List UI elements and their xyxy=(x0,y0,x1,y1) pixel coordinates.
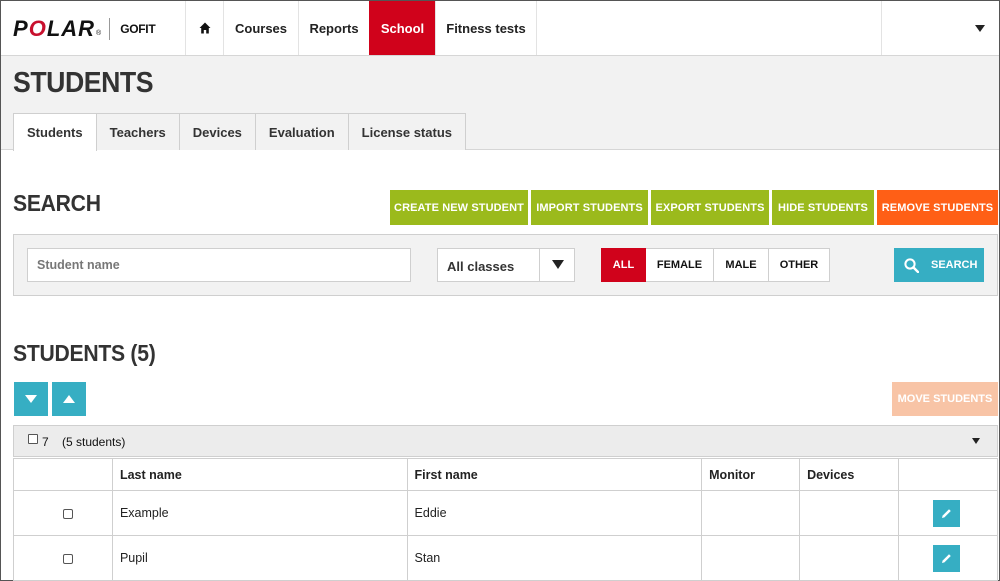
student-name-input[interactable] xyxy=(27,248,411,282)
edit-student-button[interactable] xyxy=(933,544,961,572)
row-actions-cell xyxy=(898,490,998,536)
nav-fitness-tests[interactable]: Fitness tests xyxy=(435,1,537,55)
gender-male-button[interactable]: MALE xyxy=(713,248,769,282)
select-group-checkbox[interactable] xyxy=(28,434,38,444)
triangle-up-icon xyxy=(63,395,75,403)
chevron-down-icon xyxy=(552,260,564,269)
registered-mark: ® xyxy=(96,29,102,37)
row-select-cell xyxy=(13,535,113,581)
chevron-down-icon xyxy=(975,25,985,32)
pencil-icon xyxy=(942,553,951,563)
table-row: Example Eddie xyxy=(13,490,998,536)
search-button-label: SEARCH xyxy=(931,259,978,271)
monitor-header[interactable]: Monitor xyxy=(701,458,801,491)
export-students-button[interactable]: EXPORT STUDENTS xyxy=(651,190,769,225)
edit-student-button[interactable] xyxy=(933,499,961,527)
move-students-button[interactable]: MOVE STUDENTS xyxy=(892,382,998,416)
select-divider xyxy=(539,249,540,281)
gofit-logo: GOFIT xyxy=(120,22,156,36)
devices-cell xyxy=(799,535,900,581)
create-new-student-button[interactable]: CREATE NEW STUDENT xyxy=(390,190,528,225)
first-name-header[interactable]: First name xyxy=(406,458,703,491)
tab-teachers[interactable]: Teachers xyxy=(96,113,180,150)
top-navigation: POLAR ® GOFIT Courses Reports School Fit… xyxy=(1,1,999,56)
select-column-header xyxy=(13,458,113,491)
search-button[interactable]: SEARCH xyxy=(894,248,984,282)
actions-column-header xyxy=(898,458,998,491)
monitor-cell xyxy=(701,490,801,536)
triangle-down-icon xyxy=(25,395,37,403)
class-student-count: (5 students) xyxy=(62,435,126,449)
class-select[interactable]: All classes xyxy=(437,248,575,282)
students-count-heading: STUDENTS (5) xyxy=(13,340,156,366)
logo-divider xyxy=(109,18,111,40)
first-name-cell: Eddie xyxy=(406,490,703,536)
row-checkbox[interactable] xyxy=(63,508,73,519)
nav-courses[interactable]: Courses xyxy=(223,1,298,55)
row-select-cell xyxy=(13,490,113,536)
hide-students-button[interactable]: HIDE STUDENTS xyxy=(772,190,874,225)
collapse-all-button[interactable] xyxy=(52,382,86,416)
remove-students-button[interactable]: REMOVE STUDENTS xyxy=(877,190,998,225)
tab-students[interactable]: Students xyxy=(13,113,97,151)
expand-all-button[interactable] xyxy=(14,382,48,416)
tab-evaluation[interactable]: Evaluation xyxy=(255,113,349,150)
nav-school[interactable]: School xyxy=(369,1,435,55)
page-title: STUDENTS xyxy=(13,67,154,99)
gender-all-button[interactable]: ALL xyxy=(601,248,646,282)
class-name: 7 xyxy=(42,435,49,449)
tab-license-status[interactable]: License status xyxy=(348,113,466,150)
last-name-cell: Example xyxy=(111,490,408,536)
gender-other-button[interactable]: OTHER xyxy=(768,248,830,282)
user-menu[interactable] xyxy=(881,1,999,55)
first-name-cell: Stan xyxy=(406,535,703,581)
pencil-icon xyxy=(942,508,951,518)
row-actions-cell xyxy=(898,535,998,581)
search-icon xyxy=(904,257,919,273)
search-heading: SEARCH xyxy=(13,190,101,216)
tab-devices[interactable]: Devices xyxy=(179,113,256,150)
import-students-button[interactable]: IMPORT STUDENTS xyxy=(531,190,648,225)
devices-header[interactable]: Devices xyxy=(799,458,900,491)
class-select-value: All classes xyxy=(447,259,515,274)
gender-female-button[interactable]: FEMALE xyxy=(646,248,714,282)
chevron-down-icon[interactable] xyxy=(972,438,980,444)
row-checkbox[interactable] xyxy=(63,553,73,564)
nav-home[interactable] xyxy=(185,1,223,55)
last-name-header[interactable]: Last name xyxy=(111,458,408,491)
class-group-header[interactable]: 7 (5 students) xyxy=(13,425,998,457)
table-row: Pupil Stan xyxy=(13,535,998,581)
polar-gofit-logo[interactable]: POLAR ® GOFIT xyxy=(13,16,156,42)
section-tabs: Students Teachers Devices Evaluation Lic… xyxy=(13,113,466,151)
nav-reports[interactable]: Reports xyxy=(298,1,369,55)
last-name-cell: Pupil xyxy=(111,535,408,581)
monitor-cell xyxy=(701,535,801,581)
polar-logo: POLAR xyxy=(13,16,96,41)
home-icon xyxy=(199,22,210,34)
devices-cell xyxy=(799,490,900,536)
table-header-row: Last name First name Monitor Devices xyxy=(13,458,998,491)
students-table: Last name First name Monitor Devices Exa… xyxy=(13,458,998,581)
